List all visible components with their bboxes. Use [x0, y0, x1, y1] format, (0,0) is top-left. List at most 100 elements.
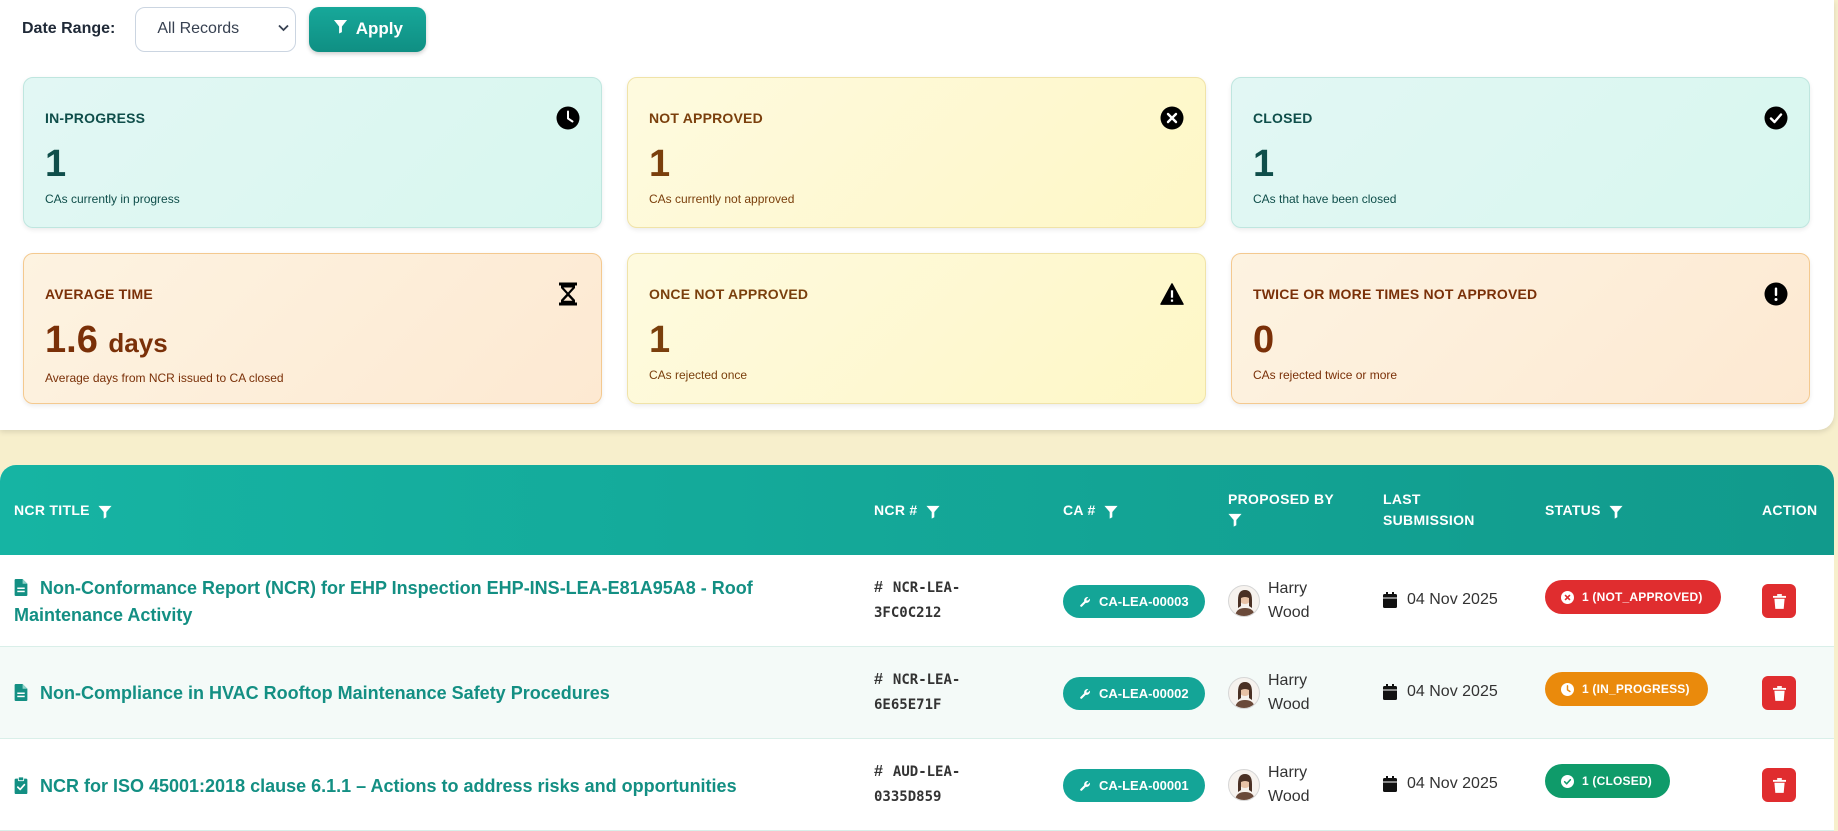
card-title: CLOSED [1253, 110, 1313, 126]
header-label: PROPOSED BY [1228, 491, 1334, 507]
check-circle-icon [1764, 106, 1788, 130]
stat-card-in-progress: IN-PROGRESS 1 CAs currently in progress [23, 77, 602, 228]
header-label: NCR TITLE [14, 502, 90, 518]
exclamation-circle-icon [1764, 282, 1788, 306]
proposed-by-cell: Harry Wood [1228, 577, 1310, 625]
status-badge: 1 (IN_PROGRESS) [1545, 672, 1708, 706]
card-value: 1 [649, 319, 671, 361]
table-header: NCR TITLE NCR # CA # PROPOSED BY LAST SU… [0, 465, 1834, 555]
ca-number-badge[interactable]: CA-LEA-00003 [1063, 585, 1205, 618]
delete-button[interactable] [1762, 676, 1796, 710]
status-badge: 1 (CLOSED) [1545, 764, 1671, 798]
clock-icon [556, 106, 580, 130]
filter-icon[interactable] [1104, 504, 1118, 519]
header-label: SUBMISSION [1383, 512, 1475, 528]
filter-icon[interactable] [1609, 504, 1623, 519]
wrench-icon [1080, 688, 1090, 699]
filter-icon [333, 19, 348, 39]
status-badge: 1 (NOT_APPROVED) [1545, 580, 1721, 614]
card-subtitle: CAs rejected once [649, 368, 748, 382]
filter-icon[interactable] [1228, 512, 1242, 527]
header-label: LAST [1383, 491, 1421, 507]
clock-icon [1561, 682, 1574, 696]
ca-number-cell: CA-LEA-00001 [1063, 769, 1205, 802]
filter-bar: Date Range: All Records Apply [22, 6, 427, 52]
card-title: ONCE NOT APPROVED [649, 286, 809, 302]
date-range-label: Date Range: [22, 20, 116, 37]
date-range-select[interactable]: All Records [135, 6, 297, 52]
x-circle-icon [1160, 106, 1184, 130]
ca-number-cell: CA-LEA-00003 [1063, 585, 1205, 618]
ncr-title-link[interactable]: Non-Compliance in HVAC Rooftop Maintenan… [14, 680, 610, 707]
ncr-number-cell: # NCR-LEA- 6E65E71F [874, 671, 961, 713]
column-header-status[interactable]: STATUS [1545, 500, 1623, 521]
card-subtitle: CAs currently in progress [45, 192, 180, 206]
last-submission-cell: 04 Nov 2025 [1383, 591, 1498, 609]
card-title: AVERAGE TIME [45, 286, 153, 302]
status-cell: 1 (IN_PROGRESS) [1545, 672, 1708, 706]
card-title: IN-PROGRESS [45, 110, 146, 126]
header-label: STATUS [1545, 502, 1601, 518]
hash-icon: # [874, 671, 883, 688]
file-icon [14, 579, 28, 596]
calendar-icon [1383, 592, 1397, 608]
column-header-ca-number[interactable]: CA # [1063, 500, 1118, 521]
trash-icon [1772, 685, 1786, 701]
ca-number-badge[interactable]: CA-LEA-00002 [1063, 677, 1205, 710]
stat-card-once-not-approved: ONCE NOT APPROVED 1 CAs rejected once [627, 253, 1206, 404]
column-header-last-submission: LAST SUBMISSION [1383, 489, 1475, 531]
card-value: 1 [45, 143, 67, 185]
x-circle-icon [1561, 590, 1574, 604]
avatar [1228, 677, 1260, 709]
card-value: 0 [1253, 319, 1275, 361]
card-value: 1 [1253, 143, 1275, 185]
date-range-value: All Records [157, 20, 240, 37]
stat-card-not-approved: NOT APPROVED 1 CAs currently not approve… [627, 77, 1206, 228]
ca-number-cell: CA-LEA-00002 [1063, 677, 1205, 710]
avatar [1228, 585, 1260, 617]
action-cell [1762, 584, 1796, 618]
filter-icon[interactable] [98, 504, 112, 519]
proposed-by-cell: Harry Wood [1228, 669, 1310, 717]
apply-label: Apply [355, 19, 403, 38]
header-label: NCR # [874, 502, 918, 518]
ca-table: NCR TITLE NCR # CA # PROPOSED BY LAST SU… [0, 465, 1834, 831]
table-row: NCR for ISO 45001:2018 clause 6.1.1 – Ac… [0, 739, 1834, 831]
wrench-icon [1080, 596, 1090, 607]
hash-icon: # [874, 579, 883, 596]
wrench-icon [1080, 780, 1090, 791]
filter-icon[interactable] [925, 504, 940, 519]
person-name: Harry Wood [1268, 580, 1310, 621]
column-header-ncr-title[interactable]: NCR TITLE [14, 500, 112, 521]
delete-button[interactable] [1762, 768, 1796, 802]
ncr-title-cell: Non-Compliance in HVAC Rooftop Maintenan… [14, 680, 794, 707]
trash-icon [1772, 593, 1786, 609]
ncr-number-cell: # AUD-LEA- 0335D859 [874, 763, 961, 805]
hourglass-icon [556, 282, 580, 306]
ca-number-badge[interactable]: CA-LEA-00001 [1063, 769, 1205, 802]
card-subtitle: Average days from NCR issued to CA close… [45, 371, 284, 385]
delete-button[interactable] [1762, 584, 1796, 618]
table-row: Non-Conformance Report (NCR) for EHP Ins… [0, 555, 1834, 647]
action-cell [1762, 768, 1796, 802]
ncr-number-cell: # NCR-LEA- 3FC0C212 [874, 579, 961, 621]
stat-card-average-time: AVERAGE TIME 1.6 days Average days from … [23, 253, 602, 404]
column-header-proposed-by[interactable]: PROPOSED BY [1228, 489, 1334, 527]
stat-card-closed: CLOSED 1 CAs that have been closed [1231, 77, 1810, 228]
calendar-icon [1383, 684, 1397, 700]
status-cell: 1 (CLOSED) [1545, 764, 1671, 798]
apply-button[interactable]: Apply [309, 6, 427, 52]
table-row: Non-Compliance in HVAC Rooftop Maintenan… [0, 647, 1834, 739]
warning-icon [1160, 282, 1184, 306]
clipboard-check-icon [14, 777, 28, 794]
ncr-title-cell: Non-Conformance Report (NCR) for EHP Ins… [14, 575, 794, 629]
column-header-ncr-number[interactable]: NCR # [874, 500, 940, 521]
person-name: Harry Wood [1268, 764, 1310, 805]
calendar-icon [1383, 776, 1397, 792]
ncr-title-link[interactable]: NCR for ISO 45001:2018 clause 6.1.1 – Ac… [14, 773, 737, 800]
card-value: 1.6 days [45, 319, 168, 361]
avatar [1228, 769, 1260, 801]
ncr-title-link[interactable]: Non-Conformance Report (NCR) for EHP Ins… [14, 575, 794, 629]
header-label: ACTION [1762, 502, 1818, 518]
person-name: Harry Wood [1268, 672, 1310, 713]
